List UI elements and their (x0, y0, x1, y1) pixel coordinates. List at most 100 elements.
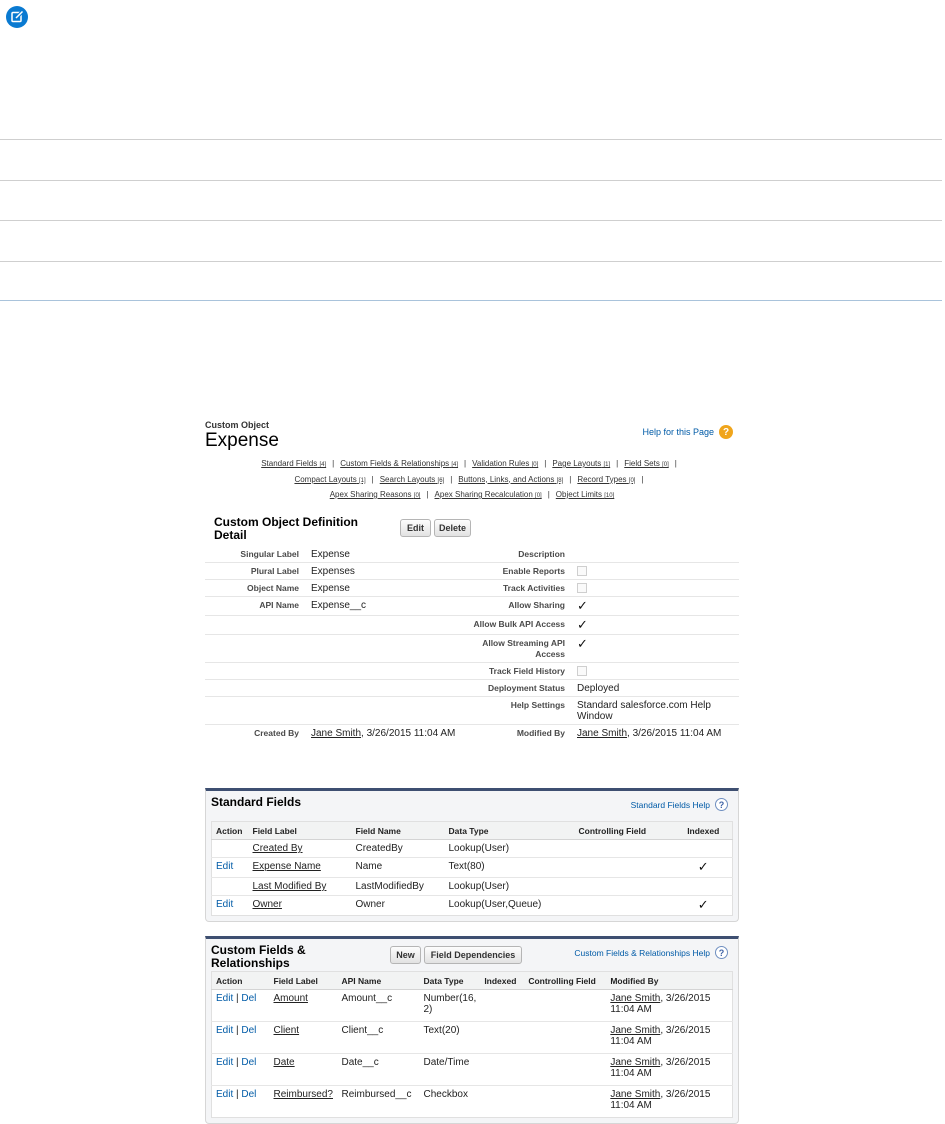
object-type-label: Custom Object (205, 420, 270, 430)
indexed (480, 989, 525, 1022)
divider (0, 220, 942, 221)
field-label-link[interactable]: Created By (253, 843, 303, 854)
standard-fields-table: Action Field Label Field Name Data Type … (211, 821, 733, 916)
delete-link[interactable]: Del (241, 1025, 256, 1036)
nav-link-search-layouts[interactable]: Search Layouts [6] (380, 475, 445, 484)
table-row: Edit | Del Date Date__c Date/Time Jane S… (211, 1053, 733, 1086)
edit-button[interactable]: Edit (400, 519, 431, 537)
column-header: Controlling Field (524, 971, 607, 990)
nav-link-custom-fields[interactable]: Custom Fields & Relationships [4] (340, 459, 458, 468)
modified-by-user-link[interactable]: Jane Smith (610, 1089, 660, 1100)
data-type: Lookup(User) (444, 877, 575, 896)
delete-button[interactable]: Delete (434, 519, 471, 537)
modified-by-user-link[interactable]: Jane Smith (610, 1025, 660, 1036)
detail-table: Singular Label Expense Description Plura… (205, 546, 739, 741)
controlling-field (524, 1021, 607, 1054)
nav-link-field-sets[interactable]: Field Sets [0] (624, 459, 668, 468)
field-label-link[interactable]: Owner (253, 899, 282, 910)
controlling-field (575, 896, 675, 916)
field-dependencies-button[interactable]: Field Dependencies (424, 946, 522, 964)
field-label-link[interactable]: Reimbursed? (274, 1089, 333, 1100)
field-label-link[interactable]: Date (274, 1057, 295, 1068)
nav-link-page-layouts[interactable]: Page Layouts [1] (552, 459, 610, 468)
modified-by-user-link[interactable]: Jane Smith (610, 1057, 660, 1068)
delete-link[interactable]: Del (241, 993, 256, 1004)
controlling-field (574, 857, 675, 878)
field-name: LastModifiedBy (351, 877, 445, 896)
field-value (571, 579, 739, 597)
field-label-link[interactable]: Last Modified By (253, 881, 327, 892)
modified-by-user-link[interactable]: Jane Smith (610, 993, 660, 1004)
field-name: Name (351, 857, 445, 878)
field-label-link[interactable]: Amount (274, 993, 308, 1004)
checkmark-icon: ✓ (577, 636, 588, 651)
column-header: Action (211, 821, 249, 840)
edit-link[interactable]: Edit (216, 1089, 233, 1100)
column-header: Field Label (248, 821, 352, 840)
field-label: Object Name (205, 579, 305, 597)
edit-link[interactable]: Edit (216, 899, 233, 910)
custom-fields-help-link[interactable]: Custom Fields & Relationships Help ? (574, 946, 728, 959)
controlling-field (574, 839, 675, 858)
field-value: ✓ (571, 615, 739, 635)
table-row: Last Modified By LastModifiedBy Lookup(U… (211, 877, 733, 896)
table-row: Edit Owner Owner Lookup(User,Queue) ✓ (212, 896, 733, 916)
standard-fields-help-link[interactable]: Standard Fields Help ? (631, 798, 728, 811)
field-label: Allow Bulk API Access (463, 615, 571, 635)
help-for-page-link[interactable]: Help for this Page ? (642, 425, 733, 439)
note-edit-icon (6, 6, 28, 28)
divider (0, 261, 942, 262)
custom-fields-table: Action Field Label API Name Data Type In… (211, 971, 733, 1118)
checkmark-icon: ✓ (577, 617, 588, 632)
created-by-user-link[interactable]: Jane Smith (311, 728, 361, 739)
nav-link-validation-rules[interactable]: Validation Rules [0] (472, 459, 538, 468)
nav-link-record-types[interactable]: Record Types [0] (577, 475, 635, 484)
controlling-field (524, 1086, 606, 1118)
field-value: Standard salesforce.com Help Window (571, 696, 739, 725)
data-type: Lookup(User) (444, 839, 575, 858)
field-label: Plural Label (205, 562, 305, 580)
edit-link[interactable]: Edit (216, 1057, 233, 1068)
edit-link[interactable]: Edit (216, 1025, 233, 1036)
field-label: Singular Label (205, 546, 305, 563)
field-label-link[interactable]: Client (274, 1025, 300, 1036)
data-type: Number(16, 2) (419, 989, 481, 1022)
field-label: API Name (205, 596, 305, 616)
field-label: Enable Reports (463, 562, 571, 580)
unchecked-checkbox-icon (577, 566, 587, 577)
edit-link[interactable]: Edit (216, 861, 233, 872)
column-header: Action (211, 971, 270, 990)
api-name: Reimbursed__c (341, 1089, 412, 1100)
field-label: Allow Sharing (463, 596, 571, 616)
checkmark-icon: ✓ (697, 859, 709, 874)
column-header: Field Name (351, 821, 445, 840)
delete-link[interactable]: Del (241, 1057, 256, 1068)
nav-link-apex-sharing-recalculation[interactable]: Apex Sharing Recalculation [0] (435, 490, 542, 499)
field-value (571, 562, 739, 580)
delete-link[interactable]: Del (241, 1089, 256, 1100)
nav-link-standard-fields[interactable]: Standard Fields [4] (261, 459, 326, 468)
indexed (480, 1021, 525, 1054)
nav-link-object-limits[interactable]: Object Limits [10] (556, 490, 614, 499)
table-row: Edit | Del Reimbursed? Reimbursed__c Che… (212, 1086, 733, 1118)
new-field-button[interactable]: New (390, 946, 421, 964)
help-for-page-label: Help for this Page (642, 427, 714, 437)
field-value: Expense (305, 579, 463, 597)
object-definition-detail: Custom Object Definition Detail Edit Del… (205, 514, 739, 741)
modified-by-user-link[interactable]: Jane Smith (577, 728, 627, 739)
column-header: Data Type (444, 821, 575, 840)
nav-link-compact-layouts[interactable]: Compact Layouts [1] (294, 475, 365, 484)
nav-link-apex-sharing-reasons[interactable]: Apex Sharing Reasons [0] (330, 490, 421, 499)
controlling-field (574, 877, 675, 896)
edit-link[interactable]: Edit (216, 993, 233, 1004)
data-type: Date/Time (419, 1053, 481, 1086)
checkmark-icon: ✓ (697, 897, 709, 912)
controlling-field (524, 989, 607, 1022)
nav-link-buttons-links-actions[interactable]: Buttons, Links, and Actions [8] (458, 475, 563, 484)
column-header: API Name (337, 971, 420, 990)
custom-fields-panel: Custom Fields & Relationships New Field … (205, 936, 739, 1124)
field-label: Description (463, 546, 571, 563)
data-type: Lookup(User,Queue) (448, 899, 542, 910)
table-row: Edit | Del Amount Amount__c Number(16, 2… (211, 989, 733, 1022)
field-label-link[interactable]: Expense Name (253, 861, 321, 872)
